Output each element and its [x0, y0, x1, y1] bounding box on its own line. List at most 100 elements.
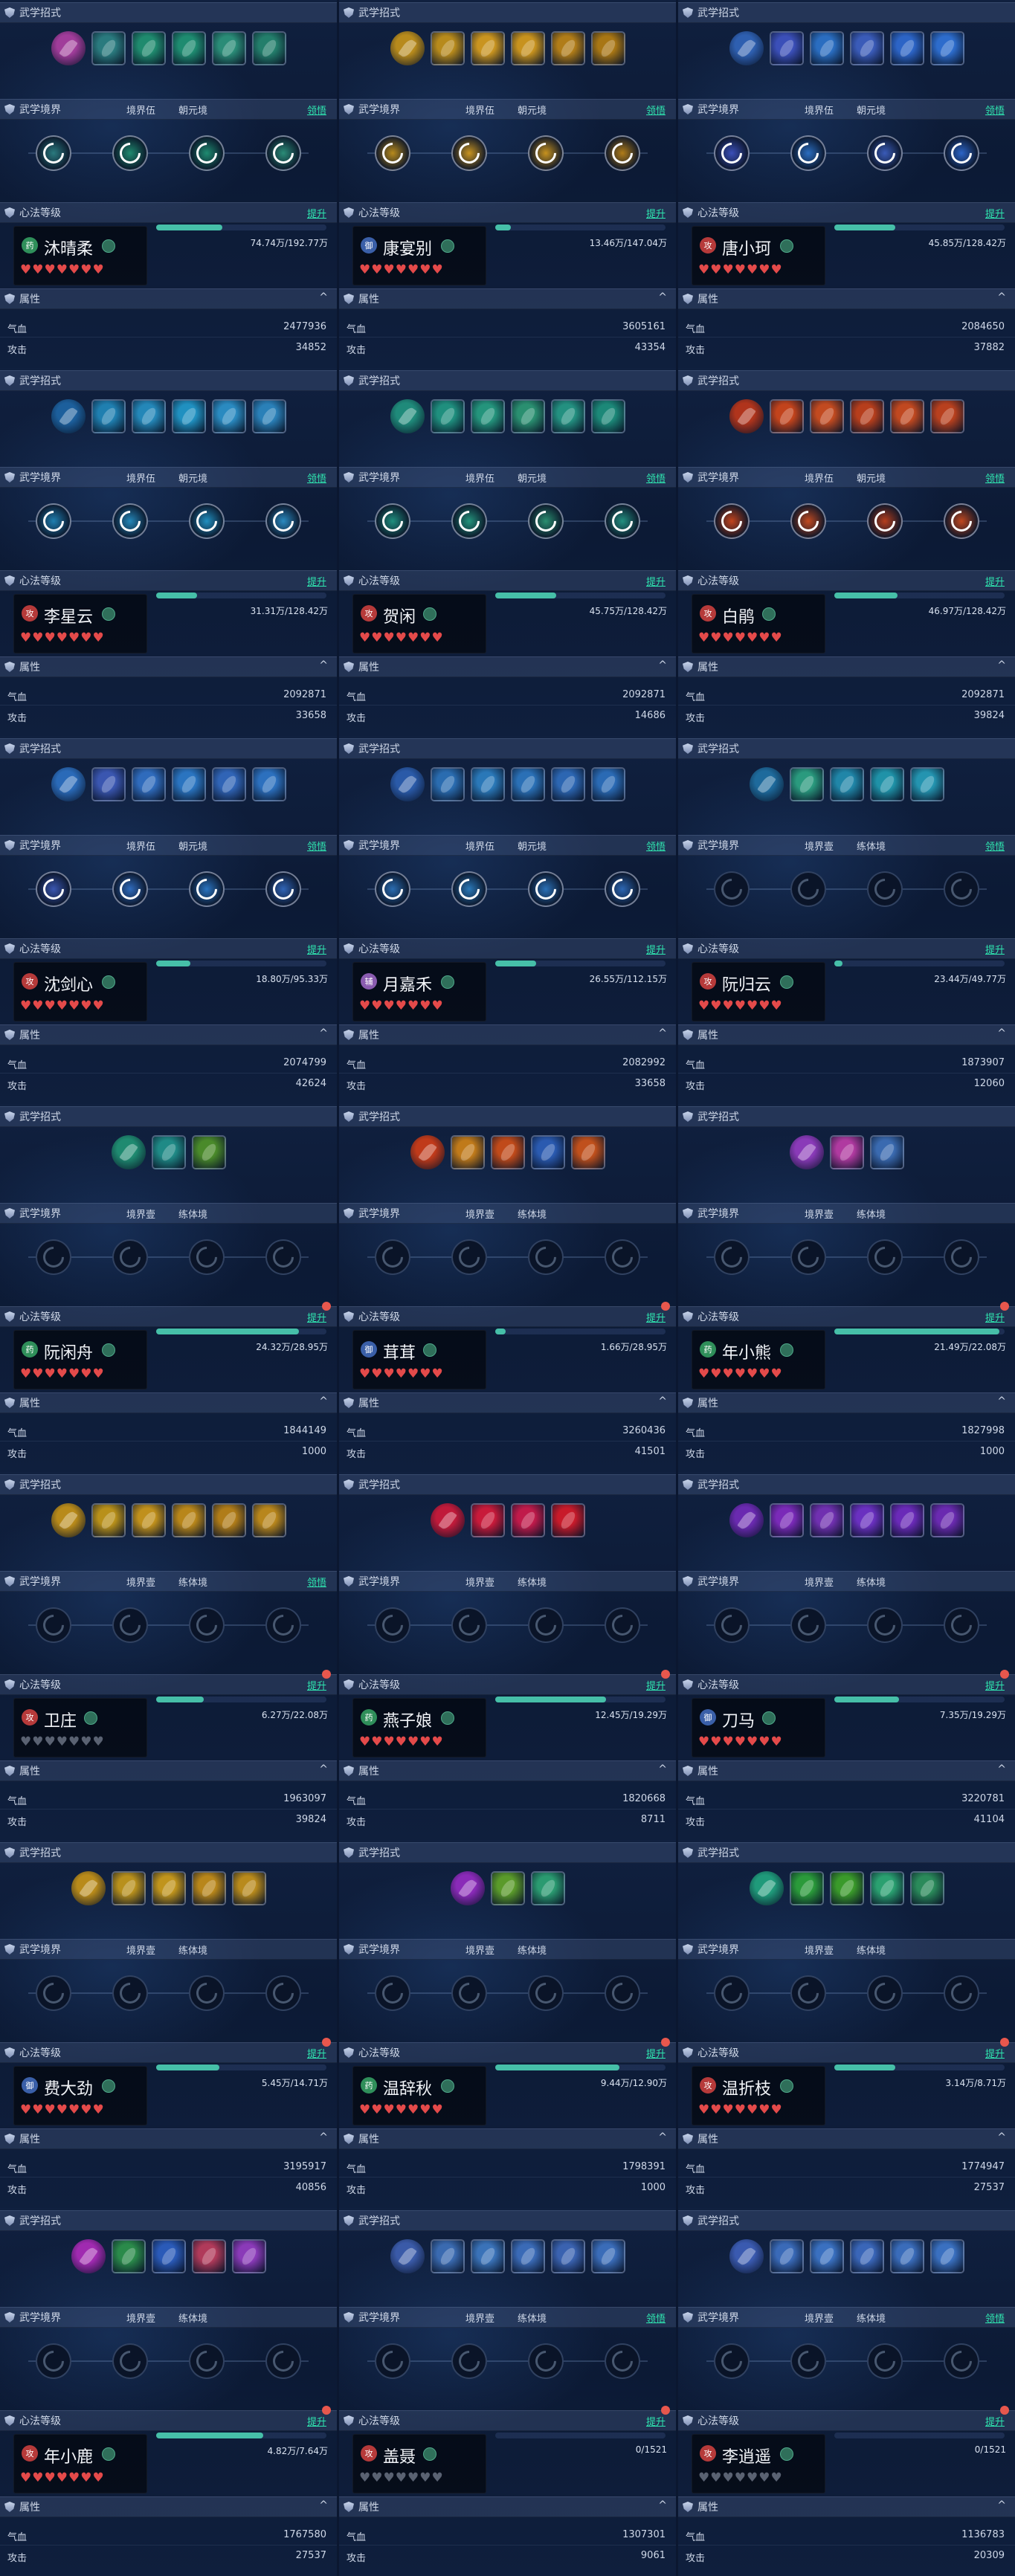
realm-node-icon[interactable]	[189, 2343, 225, 2379]
move-skill-icon[interactable]	[550, 767, 585, 801]
realm-node-icon[interactable]	[375, 871, 410, 907]
realm-node-icon[interactable]	[265, 1239, 301, 1275]
move-skill-icon[interactable]	[430, 399, 465, 433]
move-skill-icon[interactable]	[51, 31, 86, 65]
move-skill-icon[interactable]	[809, 399, 844, 433]
move-skill-icon[interactable]	[191, 1871, 226, 1905]
character-card[interactable]: 攻贺闲 ♥♥♥♥♥♥♥	[352, 594, 486, 653]
collapse-chevron-icon[interactable]: ^	[319, 2131, 328, 2143]
move-skill-icon[interactable]	[769, 399, 804, 433]
move-skill-icon[interactable]	[191, 1135, 226, 1169]
character-card[interactable]: 药燕子娘 ♥♥♥♥♥♥♥	[352, 1698, 486, 1757]
realm-node-icon[interactable]	[714, 1607, 750, 1643]
move-skill-icon[interactable]	[470, 1503, 505, 1537]
move-skill-icon[interactable]	[251, 1503, 286, 1537]
upgrade-link[interactable]: 提升	[646, 1678, 666, 1692]
move-skill-icon[interactable]	[171, 399, 206, 433]
collapse-chevron-icon[interactable]: ^	[997, 1027, 1006, 1039]
realm-node-icon[interactable]	[265, 1607, 301, 1643]
realm-node-icon[interactable]	[790, 2343, 826, 2379]
move-skill-icon[interactable]	[211, 767, 246, 801]
move-skill-icon[interactable]	[251, 767, 286, 801]
realm-node-icon[interactable]	[36, 1607, 71, 1643]
upgrade-link[interactable]: 提升	[985, 942, 1005, 956]
move-skill-icon[interactable]	[829, 767, 864, 801]
realm-node-icon[interactable]	[265, 503, 301, 539]
upgrade-link[interactable]: 提升	[985, 574, 1005, 588]
move-skill-icon[interactable]	[869, 1871, 904, 1905]
realm-node-icon[interactable]	[528, 503, 564, 539]
realm-node-icon[interactable]	[112, 1239, 148, 1275]
realm-node-icon[interactable]	[944, 1975, 979, 2011]
enlighten-link[interactable]: 领悟	[985, 839, 1005, 853]
character-card[interactable]: 药阮闲舟 ♥♥♥♥♥♥♥	[13, 1330, 147, 1389]
move-skill-icon[interactable]	[51, 399, 86, 433]
realm-node-icon[interactable]	[790, 1607, 826, 1643]
realm-node-icon[interactable]	[605, 2343, 640, 2379]
move-skill-icon[interactable]	[789, 767, 824, 801]
move-skill-icon[interactable]	[191, 2239, 226, 2273]
move-skill-icon[interactable]	[231, 2239, 266, 2273]
realm-node-icon[interactable]	[528, 871, 564, 907]
realm-node-icon[interactable]	[375, 503, 410, 539]
enlighten-link[interactable]: 领悟	[985, 471, 1005, 485]
collapse-chevron-icon[interactable]: ^	[658, 1395, 667, 1407]
character-card[interactable]: 御康宴别 ♥♥♥♥♥♥♥	[352, 226, 486, 285]
move-skill-icon[interactable]	[510, 2239, 545, 2273]
realm-node-icon[interactable]	[790, 135, 826, 171]
realm-node-icon[interactable]	[265, 1975, 301, 2011]
enlighten-link[interactable]: 领悟	[646, 2311, 666, 2325]
realm-node-icon[interactable]	[605, 1607, 640, 1643]
move-skill-icon[interactable]	[71, 2239, 106, 2273]
realm-node-icon[interactable]	[36, 2343, 71, 2379]
move-skill-icon[interactable]	[111, 1135, 146, 1169]
move-skill-icon[interactable]	[729, 2239, 764, 2273]
realm-node-icon[interactable]	[605, 1975, 640, 2011]
move-skill-icon[interactable]	[211, 399, 246, 433]
move-skill-icon[interactable]	[51, 1503, 86, 1537]
character-card[interactable]: 御刀马 ♥♥♥♥♥♥♥	[692, 1698, 825, 1757]
move-skill-icon[interactable]	[211, 31, 246, 65]
enlighten-link[interactable]: 领悟	[307, 839, 326, 853]
enlighten-link[interactable]: 领悟	[307, 103, 326, 117]
move-skill-icon[interactable]	[809, 1503, 844, 1537]
upgrade-link[interactable]: 提升	[307, 2046, 326, 2060]
move-skill-icon[interactable]	[151, 1135, 186, 1169]
realm-node-icon[interactable]	[451, 871, 487, 907]
character-card[interactable]: 御茸茸 ♥♥♥♥♥♥♥	[352, 1330, 486, 1389]
move-skill-icon[interactable]	[590, 399, 625, 433]
move-skill-icon[interactable]	[929, 1503, 964, 1537]
move-skill-icon[interactable]	[550, 1503, 585, 1537]
realm-node-icon[interactable]	[265, 135, 301, 171]
realm-node-icon[interactable]	[605, 503, 640, 539]
realm-node-icon[interactable]	[451, 503, 487, 539]
move-skill-icon[interactable]	[251, 31, 286, 65]
move-skill-icon[interactable]	[470, 767, 505, 801]
move-skill-icon[interactable]	[111, 2239, 146, 2273]
upgrade-link[interactable]: 提升	[985, 2046, 1005, 2060]
character-card[interactable]: 药温辞秋 ♥♥♥♥♥♥♥	[352, 2066, 486, 2125]
realm-node-icon[interactable]	[605, 135, 640, 171]
realm-node-icon[interactable]	[714, 2343, 750, 2379]
realm-node-icon[interactable]	[451, 1975, 487, 2011]
move-skill-icon[interactable]	[809, 2239, 844, 2273]
collapse-chevron-icon[interactable]: ^	[997, 2499, 1006, 2511]
move-skill-icon[interactable]	[769, 1503, 804, 1537]
move-skill-icon[interactable]	[91, 399, 126, 433]
realm-node-icon[interactable]	[867, 1975, 903, 2011]
move-skill-icon[interactable]	[131, 399, 166, 433]
move-skill-icon[interactable]	[829, 1135, 864, 1169]
realm-node-icon[interactable]	[714, 135, 750, 171]
upgrade-link[interactable]: 提升	[646, 206, 666, 220]
move-skill-icon[interactable]	[430, 1503, 465, 1537]
move-skill-icon[interactable]	[151, 1871, 186, 1905]
upgrade-link[interactable]: 提升	[307, 1678, 326, 1692]
move-skill-icon[interactable]	[51, 767, 86, 801]
move-skill-icon[interactable]	[869, 767, 904, 801]
move-skill-icon[interactable]	[769, 31, 804, 65]
realm-node-icon[interactable]	[375, 135, 410, 171]
move-skill-icon[interactable]	[211, 1503, 246, 1537]
move-skill-icon[interactable]	[729, 31, 764, 65]
move-skill-icon[interactable]	[570, 1135, 605, 1169]
realm-node-icon[interactable]	[451, 1239, 487, 1275]
